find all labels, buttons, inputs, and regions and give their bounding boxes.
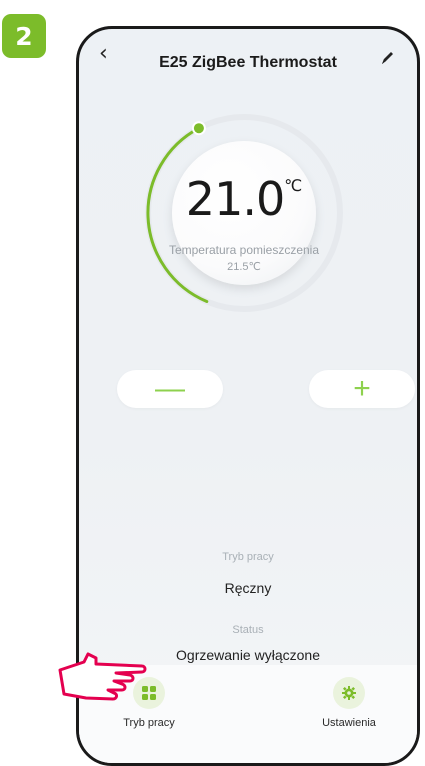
dial-handle[interactable]: [191, 121, 206, 136]
increase-temperature-button[interactable]: +: [309, 370, 415, 408]
pencil-icon[interactable]: [379, 49, 397, 67]
status-label: Status: [232, 624, 264, 636]
gear-icon: [333, 677, 365, 709]
step-badge: 2: [2, 14, 46, 58]
mode-value: Ręczny: [224, 580, 272, 596]
decrease-temperature-button[interactable]: —: [117, 370, 223, 408]
setpoint-temperature: 21.0℃: [136, 172, 352, 226]
page-title: E25 ZigBee Thermostat: [159, 54, 337, 71]
mode-label: Tryb pracy: [222, 551, 274, 563]
setpoint-value: 21.0: [185, 172, 285, 226]
thermostat-dial[interactable]: 21.0℃ Temperatura pomieszczenia 21.5℃: [136, 105, 352, 321]
nav-item-mode-label: Tryb pracy: [123, 717, 175, 729]
room-temperature-label: Temperatura pomieszczenia: [168, 243, 320, 257]
setpoint-unit: ℃: [284, 176, 303, 195]
header: ‹ E25 ZigBee Thermostat: [79, 29, 417, 95]
nav-item-settings-label: Ustawienia: [322, 717, 376, 729]
pointing-hand-icon: [58, 652, 147, 701]
room-temperature-value: 21.5℃: [227, 261, 261, 273]
nav-item-settings[interactable]: Ustawienia: [299, 677, 399, 729]
